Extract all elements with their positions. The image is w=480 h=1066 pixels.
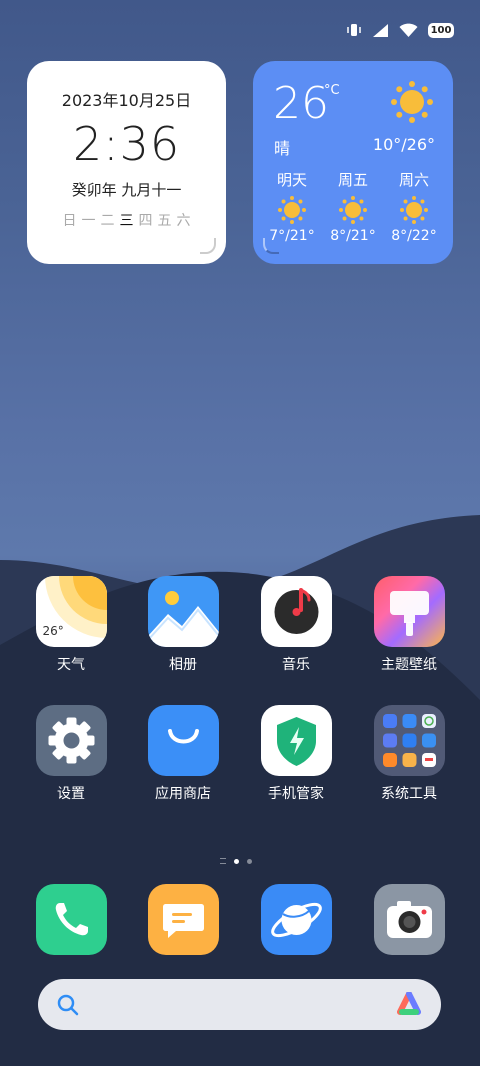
app-label: 主题壁纸 <box>381 657 437 673</box>
weekday-wed-current: 三 <box>119 213 134 229</box>
week-row: 日 一 二 三 四 五 六 <box>27 210 226 230</box>
app-gallery[interactable]: 相册 <box>133 576 233 674</box>
weekday-sun: 日 <box>62 213 77 229</box>
weather-app-icon: 26° <box>35 576 107 647</box>
shield-icon <box>260 705 332 776</box>
weekday-fri: 五 <box>157 213 172 229</box>
app-label: 手机管家 <box>268 786 324 802</box>
sun-icon <box>391 81 433 123</box>
dock-camera[interactable] <box>359 884 459 955</box>
page-dot[interactable] <box>247 858 252 864</box>
weather-widget[interactable]: 26 °C 晴 10°/26° 明天 7°/21° 周五 8°/21° 周六 8… <box>253 61 453 264</box>
assistant-logo-icon[interactable] <box>395 991 423 1018</box>
clock-widget[interactable]: 2023年10月25日 2:36 癸卯年 九月十一 日 一 二 三 四 五 六 <box>27 61 226 264</box>
theme-icon <box>373 576 445 647</box>
weekday-sat: 六 <box>176 213 191 229</box>
page-indicator <box>220 858 252 864</box>
forecast: 明天 7°/21° 周五 8°/21° 周六 8°/22° <box>263 169 443 244</box>
wifi-icon <box>399 23 418 37</box>
dock-browser[interactable] <box>246 884 346 955</box>
phone-icon <box>35 884 107 955</box>
signal-icon <box>373 23 388 37</box>
search-icon <box>57 994 79 1015</box>
app-label: 设置 <box>57 786 85 802</box>
weekday-mon: 一 <box>81 213 96 229</box>
weather-badge: 26° <box>42 624 64 638</box>
resize-handle <box>200 238 216 254</box>
search-input[interactable] <box>90 995 395 1014</box>
app-label: 音乐 <box>282 657 310 673</box>
gear-icon <box>35 705 107 776</box>
app-weather[interactable]: 26° 天气 <box>21 576 121 674</box>
app-label: 天气 <box>57 657 85 673</box>
app-label: 相册 <box>169 657 197 673</box>
current-temp: 26 <box>273 78 329 129</box>
forecast-day: 周六 8°/22° <box>385 169 443 244</box>
vibrate-icon <box>347 24 361 36</box>
forecast-day: 明天 7°/21° <box>263 169 321 244</box>
dock-phone[interactable] <box>21 884 121 955</box>
temp-unit: °C <box>324 83 340 98</box>
lunar-date: 癸卯年 九月十一 <box>71 181 182 199</box>
page-dot-current[interactable] <box>234 858 239 864</box>
app-settings[interactable]: 设置 <box>21 705 121 803</box>
shopping-bag-icon <box>147 705 219 776</box>
forecast-day-label: 明天 <box>276 171 307 189</box>
forecast-temp: 8°/21° <box>330 228 376 244</box>
app-label: 系统工具 <box>381 786 437 802</box>
weekday-tue: 二 <box>100 213 115 229</box>
message-icon <box>147 884 219 955</box>
clock-date: 2023年10月25日 <box>61 91 192 110</box>
page-indicator-list[interactable] <box>220 858 226 864</box>
planet-icon <box>260 884 332 955</box>
dock-messages[interactable] <box>133 884 233 955</box>
weather-condition: 晴 <box>274 139 291 158</box>
sun-icon <box>339 196 367 224</box>
forecast-day: 周五 8°/21° <box>324 169 382 244</box>
forecast-temp: 8°/22° <box>391 228 437 244</box>
sun-icon <box>400 196 428 224</box>
music-icon <box>260 576 332 647</box>
status-bar: 100 <box>346 22 454 38</box>
resize-handle <box>263 238 279 254</box>
weekday-thu: 四 <box>138 213 153 229</box>
app-music[interactable]: 音乐 <box>246 576 346 674</box>
search-bar[interactable] <box>38 979 441 1030</box>
temp-range: 10°/26° <box>372 135 435 154</box>
forecast-day-label: 周五 <box>337 171 368 189</box>
forecast-day-label: 周六 <box>398 171 429 189</box>
sun-icon <box>278 196 306 224</box>
battery-icon: 100 <box>428 22 454 38</box>
camera-icon <box>373 884 445 955</box>
app-label: 应用商店 <box>155 786 211 802</box>
clock-time: 2:36 <box>72 117 181 171</box>
gallery-icon <box>147 576 219 647</box>
app-folder-tools[interactable]: 系统工具 <box>359 705 459 803</box>
app-appstore[interactable]: 应用商店 <box>133 705 233 803</box>
folder-icon <box>373 705 445 776</box>
app-themes[interactable]: 主题壁纸 <box>359 576 459 674</box>
app-security[interactable]: 手机管家 <box>246 705 346 803</box>
